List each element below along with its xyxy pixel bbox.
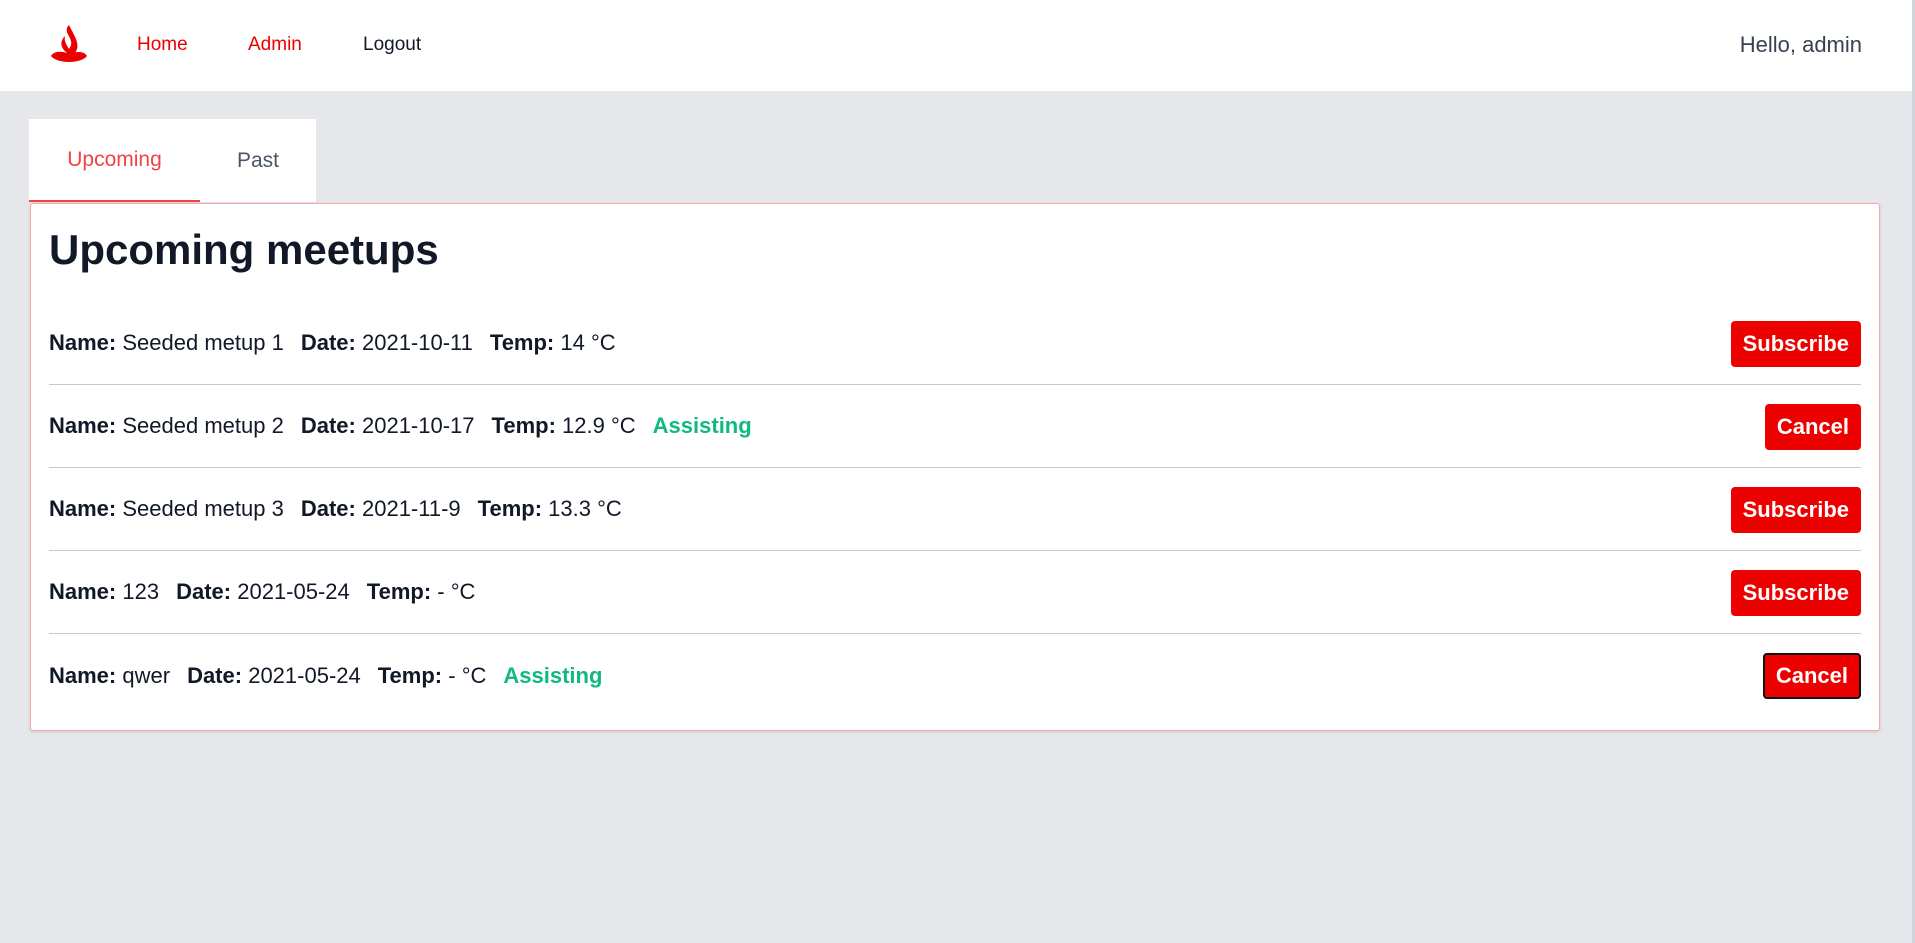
top-navbar: Home Admin Logout Hello, admin <box>0 0 1912 91</box>
meetup-temp-label: Temp: <box>377 662 443 688</box>
meetup-date-field: Date: 2021-05-24 <box>187 663 361 689</box>
meetup-name-label: Name: <box>49 662 117 688</box>
meetup-name-label: Name: <box>49 330 117 355</box>
subscribe-button[interactable]: Subscribe <box>1730 321 1861 367</box>
page-title: Upcoming meetups <box>49 226 439 273</box>
meetup-temp-value: 14 °C <box>560 330 616 355</box>
meetup-row: Name: qwer Date: 2021-05-24 Temp: - °C Assi… <box>49 634 1861 717</box>
meetup-temp-value: - °C <box>448 662 487 688</box>
meetup-row: Name: 123 Date: 2021-05-24 Temp: - °C Subsc… <box>49 551 1861 634</box>
meetup-temp-field: Temp: - °C <box>378 663 487 689</box>
meetup-list: Name: Seeded metup 1 Date: 2021-10-11 Temp… <box>49 302 1861 717</box>
meetup-name-value: qwer <box>122 662 171 688</box>
meetup-name-field: Name: Seeded metup 3 <box>49 496 284 522</box>
meetup-temp-label: Temp: <box>366 579 432 604</box>
meetup-date-field: Date: 2021-10-17 <box>301 413 475 439</box>
meetup-date-label: Date: <box>187 662 243 688</box>
status-badge: Assisting <box>503 662 603 688</box>
meetup-name-label: Name: <box>49 496 117 521</box>
meetup-temp-field: Temp: 12.9 °C <box>492 413 636 439</box>
meetup-date-value: 2021-10-17 <box>361 413 475 438</box>
meetup-name-label: Name: <box>49 413 117 438</box>
meetup-temp-field: Temp: 14 °C <box>490 330 616 356</box>
meetup-row: Name: Seeded metup 2 Date: 2021-10-17 Temp… <box>49 385 1861 468</box>
meetup-date-label: Date: <box>176 579 232 604</box>
meetup-name-value: Seeded metup 3 <box>122 496 284 521</box>
subscribe-button[interactable]: Subscribe <box>1730 570 1861 616</box>
meetup-row: Name: Seeded metup 1 Date: 2021-10-11 Temp… <box>49 302 1861 385</box>
meetup-temp-field: Temp: 13.3 °C <box>478 496 622 522</box>
meetup-name-value: 123 <box>122 579 160 604</box>
meetup-temp-field: Temp: - °C <box>367 579 476 605</box>
meetup-date-label: Date: <box>300 330 356 355</box>
cancel-button[interactable]: Cancel <box>1762 653 1861 699</box>
meetup-temp-value: 12.9 °C <box>562 413 636 438</box>
status-badge: Assisting <box>652 413 752 438</box>
nav-link-logout[interactable]: Logout <box>363 34 421 56</box>
cancel-button[interactable]: Cancel <box>1764 404 1861 450</box>
user-greeting: Hello, admin <box>1739 32 1862 57</box>
meetup-date-label: Date: <box>300 496 356 521</box>
meetup-date-value: 2021-11-9 <box>361 496 461 521</box>
flame-logo-icon[interactable] <box>47 23 91 65</box>
meetup-date-field: Date: 2021-10-11 <box>301 330 473 356</box>
tab-upcoming[interactable]: Upcoming <box>29 119 200 202</box>
meetup-name-value: Seeded metup 2 <box>122 413 284 438</box>
meetup-date-field: Date: 2021-05-24 <box>176 579 350 605</box>
meetup-date-value: 2021-05-24 <box>237 579 350 604</box>
meetup-date-label: Date: <box>300 413 356 438</box>
tab-past[interactable]: Past <box>200 119 316 202</box>
meetup-name-value: Seeded metup 1 <box>122 330 284 355</box>
meetup-name-field: Name: Seeded metup 2 <box>49 413 284 439</box>
meetup-name-field: Name: Seeded metup 1 <box>49 330 284 356</box>
meetup-date-value: 2021-10-11 <box>361 330 473 355</box>
meetup-temp-label: Temp: <box>489 330 555 355</box>
subscribe-button[interactable]: Subscribe <box>1730 487 1861 533</box>
nav-link-admin[interactable]: Admin <box>248 34 302 56</box>
meetup-name-field: Name: 123 <box>49 579 159 605</box>
meetup-name-label: Name: <box>49 579 117 604</box>
meetup-name-field: Name: qwer <box>49 663 170 689</box>
meetup-row: Name: Seeded metup 3 Date: 2021-11-9 Temp:… <box>49 468 1861 551</box>
meetup-temp-label: Temp: <box>491 413 556 438</box>
meetup-date-value: 2021-05-24 <box>248 662 361 688</box>
meetup-temp-label: Temp: <box>477 496 543 521</box>
meetups-panel: Upcoming meetups Name: Seeded metup 1 Dat… <box>30 203 1880 731</box>
meetup-temp-value: - °C <box>437 579 476 604</box>
nav-link-home[interactable]: Home <box>137 34 188 56</box>
meetup-temp-value: 13.3 °C <box>548 496 622 521</box>
meetup-date-field: Date: 2021-11-9 <box>301 496 461 522</box>
meetup-tabs: Upcoming Past <box>29 119 316 202</box>
